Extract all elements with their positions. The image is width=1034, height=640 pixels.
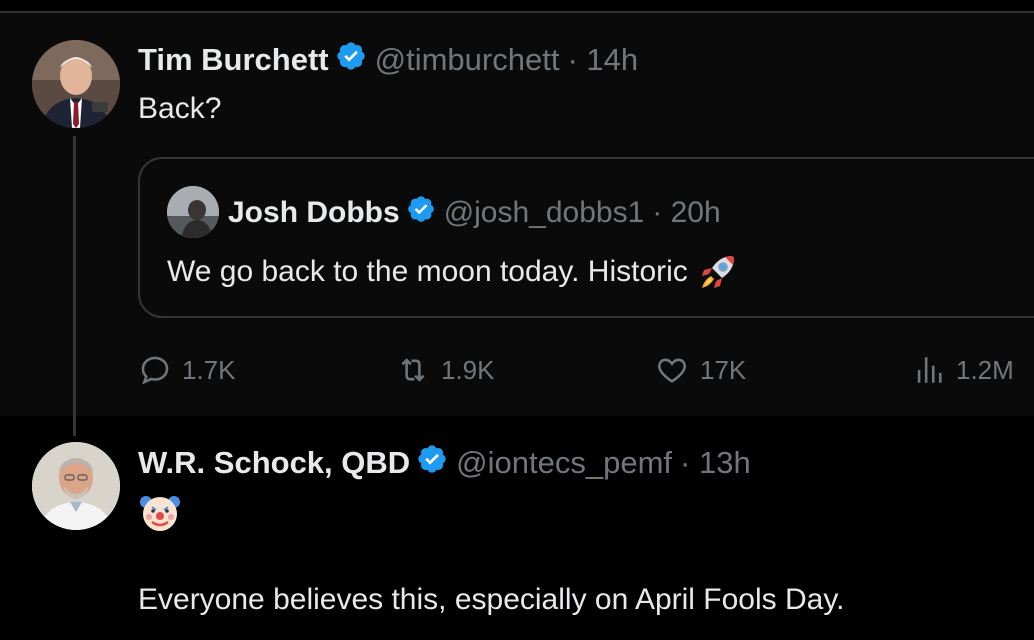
- clown-face-icon: [138, 490, 182, 539]
- quoted-tweet-card[interactable]: [138, 157, 1034, 318]
- reply-count: 1.7K: [182, 354, 236, 385]
- verified-badge-icon: [335, 40, 367, 80]
- avatar-tim-burchett[interactable]: [32, 40, 120, 128]
- view-count: 1.2M: [956, 354, 1014, 385]
- avatar-josh-dobbs[interactable]: [167, 186, 219, 238]
- quoted-tweet-text: We go back to the moon today. Historic: [167, 255, 688, 288]
- verified-badge-icon: [416, 443, 448, 483]
- reply-button[interactable]: 1.7K: [138, 348, 236, 392]
- tweet-action-bar: 1.7K 1.9K 17K 1.2M: [0, 348, 1034, 392]
- reply-header: W.R. Schock, QBD @iontecs_pemf · 13h: [138, 443, 751, 483]
- retweet-count: 1.9K: [441, 354, 495, 385]
- rocket-icon: [698, 252, 738, 292]
- author-name[interactable]: Tim Burchett: [138, 42, 329, 78]
- reply-author-handle[interactable]: @iontecs_pemf: [456, 445, 672, 481]
- heart-icon: [658, 358, 686, 383]
- quoted-author-handle[interactable]: @josh_dobbs1: [444, 196, 645, 230]
- reply-icon: [141, 356, 169, 385]
- like-button[interactable]: 17K: [654, 348, 746, 392]
- tweet-text: Back?: [138, 92, 222, 125]
- like-count: 17K: [700, 354, 747, 385]
- retweet-icon: [401, 358, 425, 382]
- avatar-tim-burchett-image: [32, 40, 120, 128]
- quoted-tweet-text-row: We go back to the moon today. Historic: [167, 252, 738, 292]
- avatar-josh-dobbs-image: [167, 186, 219, 238]
- views-button[interactable]: 1.2M: [912, 348, 1014, 392]
- avatar-wr-schock[interactable]: [32, 442, 120, 530]
- reply-text: Everyone believes this, especially on Ap…: [138, 583, 845, 616]
- avatar-wr-schock-image: [32, 442, 120, 530]
- retweet-button[interactable]: 1.9K: [395, 348, 495, 392]
- analytics-bars-icon: [917, 357, 942, 383]
- quoted-author-name[interactable]: Josh Dobbs: [228, 196, 400, 230]
- quoted-tweet-timestamp[interactable]: · 20h: [652, 196, 720, 230]
- verified-badge-icon: [406, 194, 436, 232]
- quoted-tweet-header: Josh Dobbs @josh_dobbs1 · 20h: [228, 193, 721, 233]
- reply-timestamp[interactable]: · 13h: [680, 445, 751, 481]
- reply-author-name[interactable]: W.R. Schock, QBD: [138, 445, 410, 481]
- tweet-header: Tim Burchett @timburchett · 14h: [138, 40, 638, 80]
- tweet-timestamp[interactable]: · 14h: [567, 42, 638, 78]
- author-handle[interactable]: @timburchett: [375, 42, 560, 78]
